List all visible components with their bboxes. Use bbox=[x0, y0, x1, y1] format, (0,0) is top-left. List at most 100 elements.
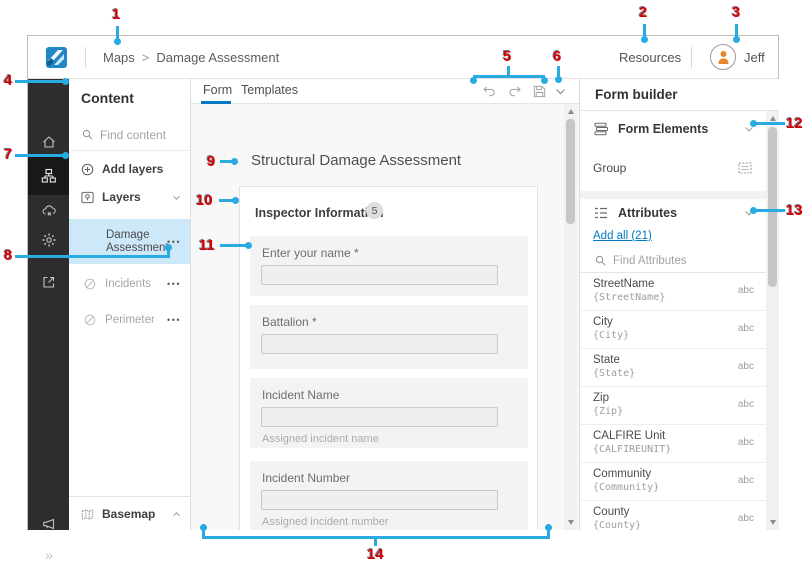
callout-5-number: 5 bbox=[503, 48, 511, 65]
layer-options-button[interactable]: ••• bbox=[167, 279, 181, 289]
breadcrumb-maps-link[interactable]: Maps bbox=[103, 50, 135, 65]
form-group-card[interactable]: Inspector Information 5 Enter your name … bbox=[239, 186, 538, 530]
form-editor-area: Form Templates bbox=[191, 79, 579, 530]
callout-3-number: 3 bbox=[732, 4, 740, 21]
callout-14-number: 14 bbox=[367, 546, 384, 563]
redo-icon bbox=[507, 84, 522, 99]
app-window: Maps>Damage Assessment Resources Jeff bbox=[27, 35, 779, 530]
layer-row-perimeter[interactable]: Perimeter ••• bbox=[69, 308, 190, 332]
header-divider bbox=[85, 47, 86, 68]
breadcrumb: Maps>Damage Assessment bbox=[103, 36, 279, 79]
save-button[interactable] bbox=[531, 83, 548, 100]
form-title[interactable]: Structural Damage Assessment bbox=[251, 152, 461, 169]
attribute-type-badge: abc bbox=[738, 399, 754, 410]
scroll-down-arrow[interactable] bbox=[770, 520, 776, 525]
form-builder-scrollbar[interactable] bbox=[766, 111, 779, 530]
attribute-code: {County} bbox=[593, 520, 641, 530]
attribute-code: {StreetName} bbox=[593, 292, 665, 303]
more-options-button[interactable] bbox=[552, 83, 569, 100]
home-icon bbox=[41, 134, 57, 150]
person-icon bbox=[711, 45, 735, 69]
scrollbar-thumb[interactable] bbox=[768, 127, 777, 287]
user-avatar[interactable] bbox=[710, 44, 736, 70]
breadcrumb-separator: > bbox=[142, 50, 150, 65]
group-element-item[interactable]: Group bbox=[580, 154, 766, 182]
add-layers-button[interactable]: Add layers bbox=[69, 157, 190, 181]
callout-11-dot bbox=[245, 242, 252, 249]
form-canvas-scrollbar[interactable] bbox=[564, 104, 577, 530]
attribute-row-city[interactable]: City {City} abc bbox=[580, 311, 766, 349]
callout-5-dot-left bbox=[470, 77, 477, 84]
find-attributes-input[interactable] bbox=[611, 251, 745, 271]
field-input[interactable] bbox=[261, 265, 498, 285]
attribute-row-county[interactable]: County {County} abc bbox=[580, 501, 766, 530]
sidebar-collapse-button[interactable]: » bbox=[28, 536, 69, 569]
sidebar-item-content[interactable] bbox=[28, 157, 69, 195]
callout-5-bracket bbox=[473, 75, 545, 78]
scroll-down-arrow[interactable] bbox=[568, 520, 574, 525]
hidden-layer-icon bbox=[83, 313, 97, 327]
find-content-search[interactable] bbox=[69, 119, 190, 151]
attribute-row-zip[interactable]: Zip {Zip} abc bbox=[580, 387, 766, 425]
form-elements-section-header[interactable]: Form Elements bbox=[580, 115, 766, 143]
field-input[interactable] bbox=[261, 407, 498, 427]
field-helper-text: Assigned incident number bbox=[262, 516, 389, 528]
layers-section-header[interactable]: Layers bbox=[69, 185, 190, 209]
callout-11-line bbox=[220, 244, 247, 247]
user-name[interactable]: Jeff bbox=[744, 36, 765, 79]
form-field-enter-your-name[interactable]: Enter your name * bbox=[250, 236, 528, 296]
field-input[interactable] bbox=[261, 490, 498, 510]
scroll-up-arrow[interactable] bbox=[568, 109, 574, 114]
attribute-name: StreetName bbox=[593, 278, 654, 290]
group-title: Inspector Information bbox=[255, 206, 383, 220]
form-builder-header: Form builder bbox=[580, 79, 779, 111]
attribute-name: Zip bbox=[593, 392, 609, 404]
attribute-row-community[interactable]: Community {Community} abc bbox=[580, 463, 766, 501]
add-layers-label: Add layers bbox=[102, 162, 163, 176]
sidebar-item-share[interactable] bbox=[28, 263, 69, 301]
group-element-label: Group bbox=[593, 154, 626, 182]
find-content-input[interactable] bbox=[98, 124, 186, 146]
attribute-type-badge: abc bbox=[738, 437, 754, 448]
attribute-code: {State} bbox=[593, 368, 635, 379]
cloud-icon bbox=[41, 203, 57, 219]
layer-options-button[interactable]: ••• bbox=[167, 315, 181, 325]
attribute-row-calfire-unit[interactable]: CALFIRE Unit {CALFIREUNIT} abc bbox=[580, 425, 766, 463]
callout-4-number: 4 bbox=[4, 72, 12, 89]
callout-2-number: 2 bbox=[639, 4, 647, 21]
attribute-row-streetname[interactable]: StreetName {StreetName} abc bbox=[580, 273, 766, 311]
callout-7-dot bbox=[62, 152, 69, 159]
callout-13-dot bbox=[750, 207, 757, 214]
sidebar-item-settings[interactable] bbox=[28, 221, 69, 259]
form-field-battalion[interactable]: Battalion * bbox=[250, 305, 528, 369]
form-field-incident-number[interactable]: Incident Number Assigned incident number bbox=[250, 461, 528, 530]
field-label: Battalion * bbox=[262, 315, 317, 329]
find-attributes-search[interactable] bbox=[580, 249, 766, 273]
field-label: Incident Number bbox=[262, 471, 350, 485]
form-field-incident-name[interactable]: Incident Name Assigned incident name bbox=[250, 378, 528, 448]
megaphone-icon bbox=[41, 516, 57, 532]
attribute-name: CALFIRE Unit bbox=[593, 430, 665, 442]
form-builder-title: Form builder bbox=[595, 79, 678, 111]
field-input[interactable] bbox=[261, 334, 498, 354]
undo-button[interactable] bbox=[481, 83, 498, 100]
search-icon bbox=[80, 127, 95, 142]
app-sidebar: » bbox=[28, 79, 69, 530]
basemap-section-header[interactable]: Basemap bbox=[69, 499, 190, 529]
content-panel: Content Add layers bbox=[69, 79, 191, 530]
arcgis-logo-icon bbox=[44, 45, 69, 70]
callout-11-number: 11 bbox=[199, 237, 215, 254]
attribute-row-state[interactable]: State {State} abc bbox=[580, 349, 766, 387]
redo-button[interactable] bbox=[506, 83, 523, 100]
callout-10-number: 10 bbox=[196, 192, 213, 209]
layer-row-incidents[interactable]: Incidents ••• bbox=[69, 272, 190, 296]
resources-link[interactable]: Resources bbox=[619, 36, 681, 79]
scrollbar-thumb[interactable] bbox=[566, 119, 575, 224]
tab-templates[interactable]: Templates bbox=[241, 79, 298, 104]
layers-section-label: Layers bbox=[102, 190, 141, 204]
attributes-section-header[interactable]: Attributes bbox=[580, 199, 766, 227]
callout-4-line bbox=[15, 80, 63, 83]
add-all-link[interactable]: Add all (21) bbox=[593, 230, 652, 242]
callout-8-number: 8 bbox=[4, 247, 12, 264]
scroll-up-arrow[interactable] bbox=[770, 116, 776, 121]
